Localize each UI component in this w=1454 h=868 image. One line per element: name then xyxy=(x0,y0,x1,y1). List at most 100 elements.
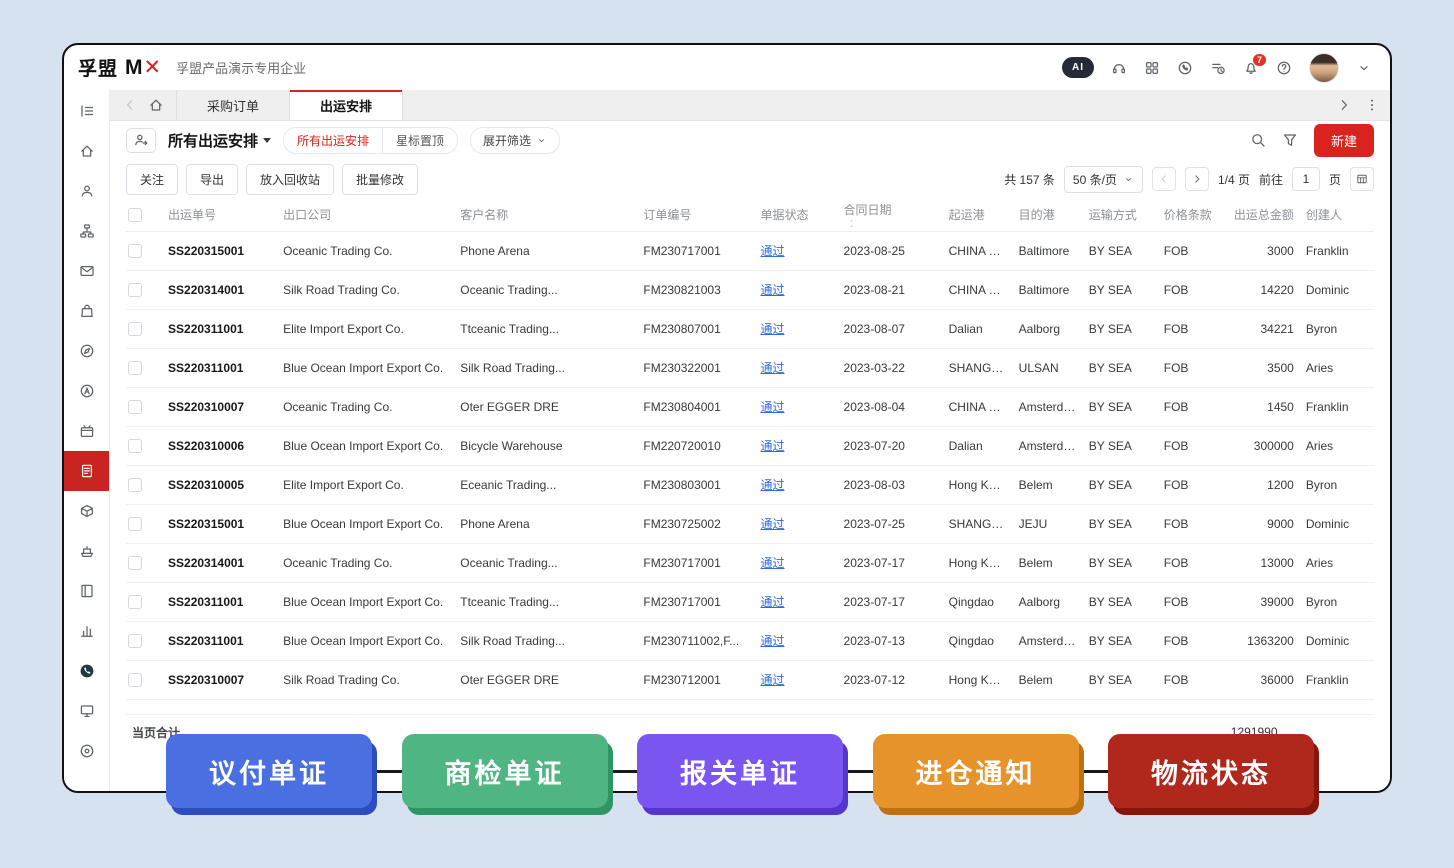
status-link[interactable]: 通过 xyxy=(760,400,784,414)
select-all-checkbox[interactable] xyxy=(128,208,142,222)
column-header[interactable]: 目的港 xyxy=(1013,199,1083,231)
column-header[interactable]: 价格条款 xyxy=(1158,199,1225,231)
ai-badge[interactable]: AI xyxy=(1062,57,1094,78)
row-checkbox[interactable] xyxy=(128,634,142,648)
row-checkbox[interactable] xyxy=(128,322,142,336)
sidebar-item-logistics-box[interactable] xyxy=(64,491,109,531)
row-checkbox[interactable] xyxy=(128,673,142,687)
table-row[interactable]: SS220311001 Blue Ocean Import Export Co.… xyxy=(126,582,1374,621)
row-checkbox[interactable] xyxy=(128,400,142,414)
sidebar-item-monitor[interactable] xyxy=(64,691,109,731)
column-header[interactable]: 合同日期 xyxy=(838,199,943,231)
goto-page-input[interactable] xyxy=(1292,167,1320,191)
overlay-button-1[interactable]: 商检单证 xyxy=(402,734,608,808)
apps-grid-icon[interactable] xyxy=(1144,60,1160,76)
row-checkbox[interactable] xyxy=(128,517,142,531)
headset-icon[interactable] xyxy=(1111,60,1127,76)
phone-circle-icon[interactable] xyxy=(1177,60,1193,76)
tabs-back-button[interactable] xyxy=(122,97,138,113)
search-icon[interactable] xyxy=(1250,132,1266,148)
status-link[interactable]: 通过 xyxy=(760,634,784,648)
sidebar-item-home[interactable] xyxy=(64,131,109,171)
table-row[interactable]: SS220310007 Silk Road Trading Co. Oter E… xyxy=(126,660,1374,699)
column-header[interactable]: 出运总金额 xyxy=(1225,199,1300,231)
table-row[interactable]: SS220311001 Blue Ocean Import Export Co.… xyxy=(126,348,1374,387)
sidebar-item-collapse-sidebar[interactable] xyxy=(64,91,109,131)
table-row[interactable]: SS220314001 Oceanic Trading Co. Oceanic … xyxy=(126,543,1374,582)
row-checkbox[interactable] xyxy=(128,244,142,258)
bell-icon[interactable]: 7 xyxy=(1243,60,1259,76)
sidebar-item-customs[interactable] xyxy=(64,531,109,571)
row-checkbox[interactable] xyxy=(128,361,142,375)
table-row[interactable]: SS220311001 Blue Ocean Import Export Co.… xyxy=(126,621,1374,660)
sidebar-item-marketing[interactable] xyxy=(64,371,109,411)
tab-1[interactable]: 出运安排 xyxy=(290,90,403,120)
overlay-button-2[interactable]: 报关单证 xyxy=(637,734,843,808)
filter-funnel-icon[interactable] xyxy=(1282,132,1298,148)
status-link[interactable]: 通过 xyxy=(760,283,784,297)
column-header[interactable]: 起运港 xyxy=(943,199,1013,231)
row-checkbox[interactable] xyxy=(128,556,142,570)
column-header[interactable]: 订单编号 xyxy=(637,199,754,231)
view-switch-button[interactable] xyxy=(126,128,156,153)
table-row[interactable]: SS220315001 Oceanic Trading Co. Phone Ar… xyxy=(126,231,1374,270)
row-checkbox[interactable] xyxy=(128,439,142,453)
home-tab-button[interactable] xyxy=(148,97,164,113)
status-link[interactable]: 通过 xyxy=(760,361,784,375)
table-row[interactable]: SS220314001 Silk Road Trading Co. Oceani… xyxy=(126,270,1374,309)
status-link[interactable]: 通过 xyxy=(760,244,784,258)
task-list-icon[interactable] xyxy=(1210,60,1226,76)
column-header[interactable]: 运输方式 xyxy=(1083,199,1158,231)
table-row[interactable]: SS220315001 Blue Ocean Import Export Co.… xyxy=(126,504,1374,543)
status-link[interactable]: 通过 xyxy=(760,439,784,453)
segment-1[interactable]: 星标置顶 xyxy=(382,128,457,153)
table-row[interactable]: SS220311001 Elite Import Export Co. Ttce… xyxy=(126,309,1374,348)
sidebar-item-whatsapp[interactable] xyxy=(64,651,109,691)
sidebar-item-shipping-docs[interactable] xyxy=(64,451,109,491)
sidebar-item-orders-bag[interactable] xyxy=(64,291,109,331)
page-size-select[interactable]: 50 条/页 xyxy=(1064,166,1143,193)
expand-filter-button[interactable]: 展开筛选 xyxy=(470,127,560,154)
status-link[interactable]: 通过 xyxy=(760,556,784,570)
status-link[interactable]: 通过 xyxy=(760,673,784,687)
segment-0[interactable]: 所有出运安排 xyxy=(284,128,382,153)
action-button-1[interactable]: 导出 xyxy=(186,164,238,195)
row-checkbox[interactable] xyxy=(128,478,142,492)
view-title-dropdown[interactable]: 所有出运安排 xyxy=(168,130,271,151)
column-header[interactable]: 出运单号 xyxy=(162,199,277,231)
tabs-more-button[interactable] xyxy=(1364,97,1380,113)
sidebar-item-mail[interactable] xyxy=(64,251,109,291)
column-header[interactable]: 客户名称 xyxy=(454,199,637,231)
status-link[interactable]: 通过 xyxy=(760,322,784,336)
table-settings-button[interactable] xyxy=(1350,167,1374,191)
column-header[interactable]: 单据状态 xyxy=(754,199,837,231)
overlay-button-3[interactable]: 进仓通知 xyxy=(873,734,1079,808)
column-header[interactable]: 出口公司 xyxy=(277,199,454,231)
status-link[interactable]: 通过 xyxy=(760,595,784,609)
action-button-0[interactable]: 关注 xyxy=(126,164,178,195)
action-button-3[interactable]: 批量修改 xyxy=(342,164,418,195)
sidebar-item-compass[interactable] xyxy=(64,331,109,371)
column-header[interactable]: 创建人 xyxy=(1300,199,1374,231)
overlay-button-4[interactable]: 物流状态 xyxy=(1108,734,1314,808)
row-checkbox[interactable] xyxy=(128,283,142,297)
help-icon[interactable] xyxy=(1276,60,1292,76)
sidebar-item-reports-chart[interactable] xyxy=(64,611,109,651)
table-row[interactable]: SS220310005 Elite Import Export Co. Ecea… xyxy=(126,465,1374,504)
tab-0[interactable]: 采购订单 xyxy=(177,90,290,120)
sidebar-item-ledger[interactable] xyxy=(64,571,109,611)
sidebar-item-contacts[interactable] xyxy=(64,171,109,211)
sidebar-item-settings-target[interactable] xyxy=(64,731,109,771)
status-link[interactable]: 通过 xyxy=(760,478,784,492)
new-button[interactable]: 新建 xyxy=(1314,124,1374,157)
table-row[interactable]: SS220310007 Oceanic Trading Co. Oter EGG… xyxy=(126,387,1374,426)
status-link[interactable]: 通过 xyxy=(760,517,784,531)
table-row[interactable]: SS220310006 Blue Ocean Import Export Co.… xyxy=(126,426,1374,465)
prev-page-button[interactable] xyxy=(1152,167,1176,191)
sidebar-item-org-structure[interactable] xyxy=(64,211,109,251)
next-page-button[interactable] xyxy=(1185,167,1209,191)
action-button-2[interactable]: 放入回收站 xyxy=(246,164,334,195)
tabs-forward-button[interactable] xyxy=(1336,97,1352,113)
avatar[interactable] xyxy=(1309,53,1339,83)
row-checkbox[interactable] xyxy=(128,595,142,609)
